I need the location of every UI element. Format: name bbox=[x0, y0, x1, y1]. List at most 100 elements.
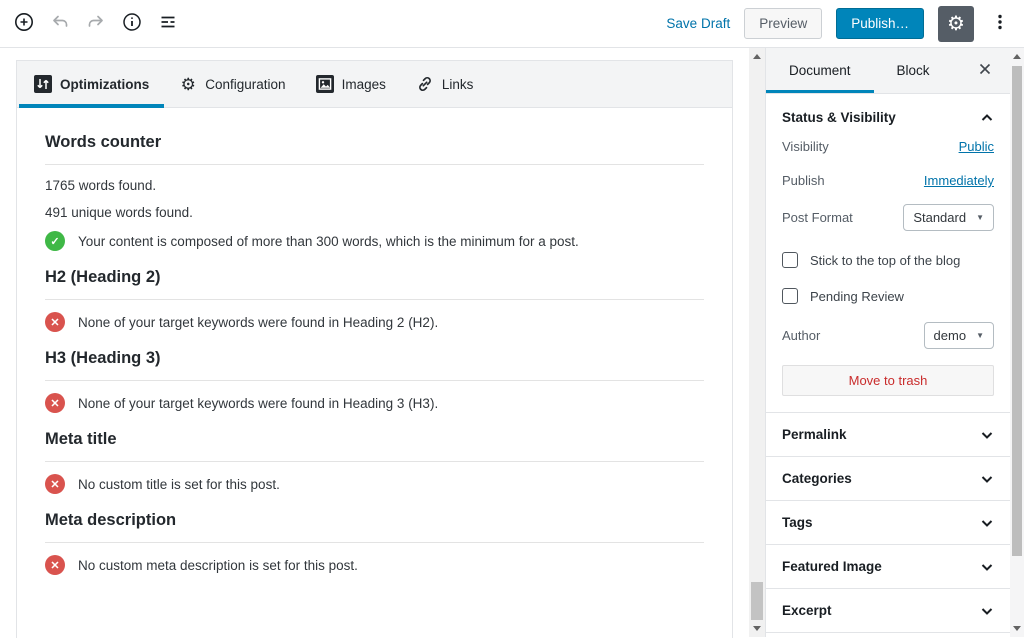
check-message: Your content is composed of more than 30… bbox=[78, 233, 579, 249]
seo-tab-optimizations[interactable]: Optimizations bbox=[19, 61, 165, 108]
stat-line: 491 unique words found. bbox=[45, 205, 193, 220]
sidebar-panels: Permalink Categories Tags Featured Image Exc… bbox=[766, 413, 1010, 633]
tab-document[interactable]: Document bbox=[766, 48, 874, 93]
author-select[interactable]: demo ▼ bbox=[923, 322, 994, 349]
settings-toggle-button[interactable]: ⚙ bbox=[938, 5, 974, 42]
toolbar-left-group bbox=[6, 7, 186, 41]
sidebar-header: Document Block bbox=[766, 48, 1010, 94]
scrollbar-thumb[interactable] bbox=[751, 582, 763, 620]
link-icon bbox=[416, 75, 434, 93]
chevron-down-icon bbox=[980, 604, 994, 618]
pending-review-checkbox[interactable] bbox=[782, 288, 798, 304]
section-title: Meta description bbox=[45, 511, 177, 529]
list-structure-icon bbox=[158, 12, 178, 35]
stick-to-top-option[interactable]: Stick to the top of the blog bbox=[782, 252, 994, 268]
chevron-up-icon bbox=[980, 111, 994, 125]
section-title: H2 (Heading 2) bbox=[45, 268, 161, 286]
editor-toolbar: Save Draft Preview Publish… ⚙ bbox=[0, 0, 1024, 48]
author-row: Author demo ▼ bbox=[782, 322, 994, 349]
checkbox-label: Pending Review bbox=[810, 288, 904, 304]
panel-categories[interactable]: Categories bbox=[766, 457, 1010, 501]
editor-scrollbar[interactable] bbox=[749, 48, 765, 637]
scroll-down-arrow-icon[interactable] bbox=[1013, 626, 1021, 631]
seo-tab-configuration[interactable]: ⚙ Configuration bbox=[164, 61, 300, 107]
chevron-down-icon bbox=[980, 428, 994, 442]
tab-label: Document bbox=[789, 63, 851, 78]
move-to-trash-button[interactable]: Move to trash bbox=[782, 365, 994, 396]
publish-row: Publish Immediately bbox=[782, 173, 994, 188]
panel-title: Categories bbox=[782, 471, 852, 486]
add-block-button[interactable] bbox=[7, 7, 41, 41]
divider bbox=[45, 164, 704, 165]
close-icon bbox=[978, 62, 992, 79]
chevron-down-icon bbox=[980, 472, 994, 486]
scroll-up-arrow-icon[interactable] bbox=[1013, 54, 1021, 59]
gear-icon: ⚙ bbox=[180, 74, 196, 94]
redo-button[interactable] bbox=[79, 7, 113, 41]
error-cross-icon: ✕ bbox=[45, 474, 65, 494]
undo-button[interactable] bbox=[43, 7, 77, 41]
success-check-icon: ✓ bbox=[45, 231, 65, 251]
selected-value: Standard bbox=[913, 210, 967, 225]
seo-tabbar: Optimizations ⚙ Configuration Images Links bbox=[17, 61, 732, 108]
field-label: Publish bbox=[782, 173, 825, 188]
content-structure-button[interactable] bbox=[115, 7, 149, 41]
publish-value-link[interactable]: Immediately bbox=[924, 173, 994, 188]
publish-button[interactable]: Publish… bbox=[836, 8, 924, 39]
sidebar-scrollbar[interactable] bbox=[1010, 48, 1024, 637]
section-title: H3 (Heading 3) bbox=[45, 349, 161, 367]
seo-section: H2 (Heading 2) ✕ None of your target keywo… bbox=[45, 267, 704, 332]
divider bbox=[45, 299, 704, 300]
editor-body: Optimizations ⚙ Configuration Images Links W… bbox=[0, 48, 1024, 638]
panel-featured-image[interactable]: Featured Image bbox=[766, 545, 1010, 589]
scroll-down-arrow-icon[interactable] bbox=[753, 626, 761, 631]
undo-icon bbox=[50, 12, 70, 35]
tab-block[interactable]: Block bbox=[874, 48, 953, 93]
panel-excerpt[interactable]: Excerpt bbox=[766, 589, 1010, 633]
scrollbar-thumb[interactable] bbox=[1012, 66, 1022, 556]
redo-icon bbox=[86, 12, 106, 35]
selected-value: demo bbox=[933, 328, 967, 343]
scroll-up-arrow-icon[interactable] bbox=[753, 54, 761, 59]
seo-tab-images[interactable]: Images bbox=[301, 61, 401, 107]
status-visibility-header[interactable]: Status & Visibility bbox=[782, 110, 994, 125]
image-icon bbox=[315, 75, 334, 93]
field-label: Visibility bbox=[782, 139, 829, 154]
stat-line: 1765 words found. bbox=[45, 178, 157, 193]
check-row: ✕ None of your target keywords were found… bbox=[45, 312, 704, 332]
section-title: Words counter bbox=[45, 133, 162, 151]
divider bbox=[45, 461, 704, 462]
divider bbox=[45, 542, 704, 543]
post-format-select[interactable]: Standard ▼ bbox=[903, 204, 994, 231]
panel-permalink[interactable]: Permalink bbox=[766, 413, 1010, 457]
panel-title: Tags bbox=[782, 515, 813, 530]
block-navigation-button[interactable] bbox=[151, 7, 185, 41]
close-sidebar-button[interactable] bbox=[970, 48, 1000, 93]
error-cross-icon: ✕ bbox=[45, 312, 65, 332]
tab-label: Links bbox=[441, 76, 474, 92]
check-row: ✕ No custom title is set for this post. bbox=[45, 474, 704, 494]
settings-sidebar: Document Block Status & Visibility Visib… bbox=[765, 48, 1010, 637]
error-cross-icon: ✕ bbox=[45, 393, 65, 413]
save-draft-button[interactable]: Save Draft bbox=[666, 16, 730, 31]
seo-section: H3 (Heading 3) ✕ None of your target keywo… bbox=[45, 348, 704, 413]
stick-to-top-checkbox[interactable] bbox=[782, 252, 798, 268]
seo-tab-links[interactable]: Links bbox=[401, 61, 489, 107]
visibility-value-link[interactable]: Public bbox=[959, 139, 994, 154]
caret-down-icon: ▼ bbox=[976, 331, 984, 340]
tab-label: Configuration bbox=[205, 76, 286, 92]
toolbar-right-group: Save Draft Preview Publish… ⚙ bbox=[666, 5, 1012, 42]
check-row: ✕ No custom meta description is set for t… bbox=[45, 555, 704, 575]
pending-review-option[interactable]: Pending Review bbox=[782, 288, 994, 304]
check-message: None of your target keywords were found … bbox=[78, 395, 439, 411]
preview-button[interactable]: Preview bbox=[744, 8, 823, 39]
divider bbox=[45, 380, 704, 381]
check-row: ✕ None of your target keywords were found… bbox=[45, 393, 704, 413]
info-icon bbox=[121, 11, 143, 36]
kebab-menu-icon bbox=[990, 12, 1010, 35]
panel-tags[interactable]: Tags bbox=[766, 501, 1010, 545]
chevron-down-icon bbox=[980, 516, 994, 530]
more-options-button[interactable] bbox=[988, 7, 1012, 41]
tab-label: Images bbox=[341, 76, 386, 92]
seo-section: Words counter 1765 words found. 491 unique… bbox=[45, 132, 704, 251]
